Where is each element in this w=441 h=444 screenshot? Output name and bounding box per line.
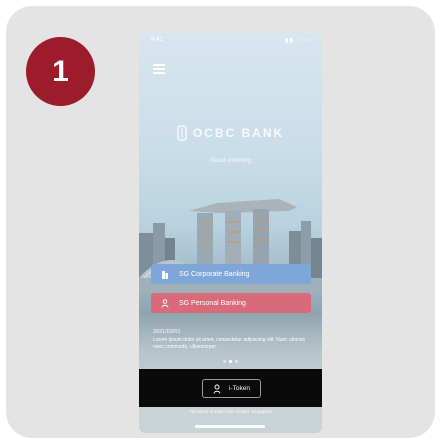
personal-banking-button[interactable]: SG Personal Banking bbox=[151, 293, 311, 313]
status-bar: 9:41 ▮▮ ◠ ▭ bbox=[139, 35, 322, 47]
home-indicator bbox=[195, 425, 265, 428]
pager-dot[interactable] bbox=[235, 360, 238, 363]
brand-tagline: Good morning bbox=[209, 157, 252, 164]
corporate-banking-label: SG Corporate Banking bbox=[179, 270, 250, 278]
news-body: Lorem ipsum dolor sit amet, consectetur … bbox=[153, 337, 306, 350]
brand-name: OCBC BANK bbox=[192, 126, 285, 140]
news-snippet[interactable]: 2021/02/01 Lorem ipsum dolor sit amet, c… bbox=[153, 329, 313, 350]
carousel-pager[interactable] bbox=[139, 360, 322, 363]
brand-logo: OCBC BANK bbox=[139, 125, 322, 141]
bank-logo-icon bbox=[177, 125, 187, 141]
pager-dot[interactable] bbox=[223, 360, 226, 363]
status-time: 9:41 bbox=[151, 37, 163, 43]
itoken-label: i-Token bbox=[229, 385, 250, 392]
bottom-bar: i-Token bbox=[139, 369, 322, 407]
footer-text: The Bank of East Asia Limited, Singapore bbox=[188, 409, 273, 414]
person-icon bbox=[161, 298, 169, 308]
news-date: 2021/02/01 bbox=[153, 329, 181, 335]
pager-dot-active[interactable] bbox=[229, 360, 232, 363]
building-icon bbox=[162, 270, 168, 279]
itoken-button[interactable]: i-Token bbox=[202, 379, 261, 398]
corporate-banking-button[interactable]: SG Corporate Banking bbox=[151, 264, 311, 284]
menu-icon[interactable] bbox=[153, 64, 165, 74]
status-icons: ▮▮ ◠ ▭ bbox=[285, 38, 312, 44]
phone-screenshot: 9:41 ▮▮ ◠ ▭ OCBC BANK Good morning SG Co… bbox=[139, 33, 322, 433]
token-device-icon bbox=[213, 384, 221, 394]
personal-banking-label: SG Personal Banking bbox=[179, 299, 246, 307]
instruction-card: 1 9:41 ▮▮ ◠ ▭ OCBC BANK Good morning SG … bbox=[6, 6, 435, 438]
step-number-badge: 1 bbox=[26, 37, 95, 106]
